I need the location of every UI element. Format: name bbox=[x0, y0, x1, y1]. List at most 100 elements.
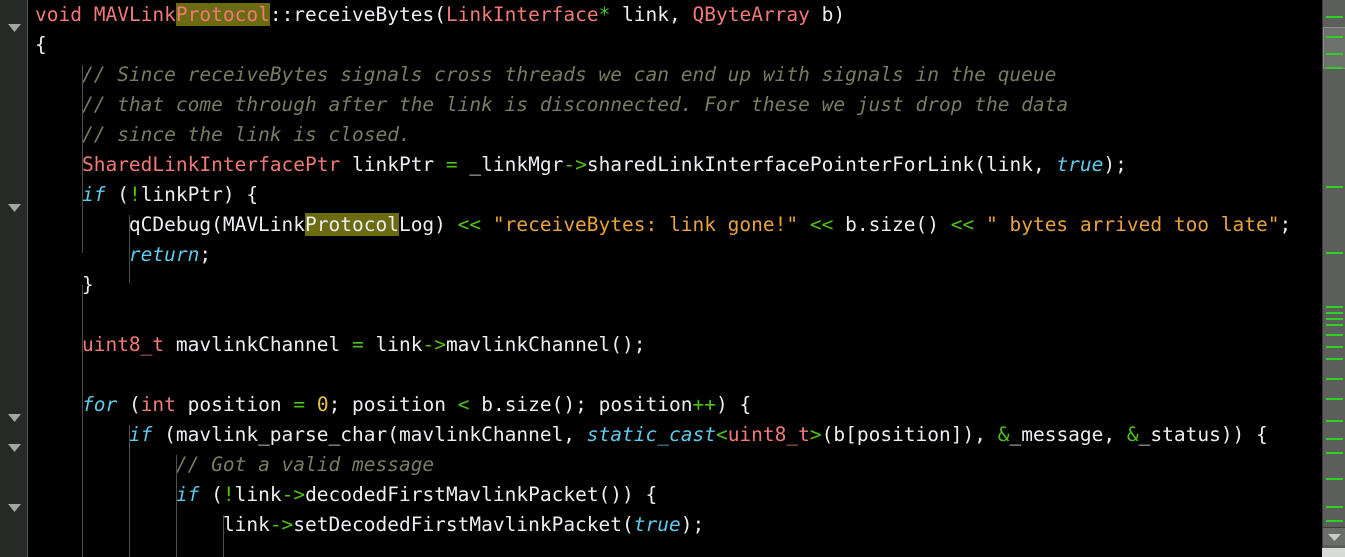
token-op: = bbox=[445, 153, 458, 176]
token-plain: linkPtr) { bbox=[140, 183, 259, 206]
scrollbar-change-marker[interactable] bbox=[1326, 398, 1343, 400]
token-op: ! bbox=[222, 483, 235, 506]
token-plain: b) bbox=[809, 3, 846, 26]
scroll-down-arrow-icon[interactable] bbox=[1323, 527, 1345, 545]
token-kw: return bbox=[128, 243, 200, 266]
chevron-down-icon[interactable] bbox=[8, 444, 21, 452]
token-op: > bbox=[809, 423, 822, 446]
scrollbar-change-marker[interactable] bbox=[1326, 312, 1343, 314]
scrollbar-change-marker[interactable] bbox=[1326, 16, 1343, 18]
scrollbar-change-marker[interactable] bbox=[1326, 452, 1343, 454]
token-plain: Log) bbox=[398, 213, 458, 236]
scrollbar-change-marker[interactable] bbox=[1326, 520, 1343, 522]
code-line[interactable]: // Got a valid message bbox=[28, 450, 1345, 480]
token-plain: setDecodedFirstMavlinkPacket( bbox=[293, 513, 634, 536]
chevron-down-icon[interactable] bbox=[8, 204, 21, 212]
scrollbar-change-marker[interactable] bbox=[1326, 438, 1343, 440]
code-line[interactable]: if (!linkPtr) { bbox=[28, 180, 1345, 210]
token-plain: sharedLinkInterfacePointerForLink(link, bbox=[586, 153, 1057, 176]
code-line[interactable]: // since the link is closed. bbox=[28, 120, 1345, 150]
token-plain: link bbox=[234, 483, 282, 506]
scrollbar-change-marker[interactable] bbox=[1326, 334, 1343, 336]
token-type: uint8_t bbox=[727, 423, 810, 446]
scrollbar-change-marker[interactable] bbox=[1326, 252, 1343, 254]
token-plain: link bbox=[222, 513, 270, 536]
code-folding-gutter[interactable] bbox=[0, 0, 28, 557]
token-type: LinkInterface bbox=[445, 3, 599, 26]
token-plain: } bbox=[81, 273, 94, 296]
code-line[interactable]: } bbox=[28, 270, 1345, 300]
code-line[interactable]: // Since receiveBytes signals cross thre… bbox=[28, 60, 1345, 90]
code-line[interactable]: if (mavlink_parse_char(mavlinkChannel, s… bbox=[28, 420, 1345, 450]
token-plain: link, bbox=[610, 3, 693, 26]
token-comment: // Since receiveBytes signals cross thre… bbox=[81, 63, 1057, 86]
token-plain: ; bbox=[199, 243, 212, 266]
code-line[interactable]: for (int position = 0; position < b.size… bbox=[28, 390, 1345, 420]
token-op: << bbox=[457, 213, 482, 236]
code-line[interactable]: // that come through after the link is d… bbox=[28, 90, 1345, 120]
token-plain: qCDebug(MAVLink bbox=[128, 213, 306, 236]
token-op: -> bbox=[281, 483, 306, 506]
scrollbar-change-marker[interactable] bbox=[1326, 318, 1343, 320]
token-op: -> bbox=[269, 513, 294, 536]
scrollbar-change-marker[interactable] bbox=[1326, 506, 1343, 508]
token-kw: if bbox=[128, 423, 153, 446]
scrollbar-change-marker[interactable] bbox=[1326, 324, 1343, 326]
chevron-down-icon[interactable] bbox=[8, 414, 21, 422]
code-line[interactable]: if (!link->decodedFirstMavlinkPacket()) … bbox=[28, 480, 1345, 510]
token-kw: static_cast bbox=[586, 423, 716, 446]
scrollbar-change-marker[interactable] bbox=[1326, 358, 1343, 360]
token-plain: position bbox=[175, 393, 294, 416]
token-op: << bbox=[950, 213, 975, 236]
token-op: -> bbox=[422, 333, 446, 356]
code-line[interactable]: link->setDecodedFirstMavlinkPacket(true)… bbox=[28, 510, 1345, 540]
token-kw: for bbox=[81, 393, 118, 416]
scrollbar-corner bbox=[1322, 548, 1345, 557]
token-op: = bbox=[293, 393, 306, 416]
code-line[interactable]: void MAVLinkProtocol::receiveBytes(LinkI… bbox=[28, 0, 1345, 30]
code-line[interactable]: { bbox=[28, 30, 1345, 60]
chevron-down-icon[interactable] bbox=[8, 24, 21, 32]
scrollbar-change-marker[interactable] bbox=[1326, 306, 1343, 308]
token-plain: _linkMgr bbox=[457, 153, 564, 176]
scrollbar-change-marker[interactable] bbox=[1326, 67, 1343, 69]
scrollbar-thumb[interactable] bbox=[1323, 27, 1345, 69]
scrollbar-change-marker[interactable] bbox=[1326, 36, 1343, 38]
search-match-highlight: Protocol bbox=[175, 3, 270, 26]
scrollbar-change-marker[interactable] bbox=[1326, 478, 1343, 480]
token-type: uint8_t bbox=[81, 333, 165, 356]
vertical-scrollbar[interactable] bbox=[1322, 0, 1345, 557]
token-kw: if bbox=[175, 483, 200, 506]
code-line[interactable] bbox=[28, 360, 1345, 390]
token-plain: ::receiveBytes( bbox=[269, 3, 446, 26]
code-line[interactable] bbox=[28, 300, 1345, 330]
token-kw: if bbox=[81, 183, 106, 206]
token-plain: ( bbox=[199, 483, 223, 506]
token-op: ++ bbox=[692, 393, 717, 416]
token-plain: b.size() bbox=[833, 213, 951, 236]
code-line[interactable]: return; bbox=[28, 240, 1345, 270]
token-op: << bbox=[809, 213, 834, 236]
token-plain: ( bbox=[117, 393, 141, 416]
token-plain: { bbox=[35, 33, 47, 56]
code-line[interactable]: qCDebug(MAVLinkProtocolLog) << "receiveB… bbox=[28, 210, 1345, 240]
token-op: -> bbox=[563, 153, 587, 176]
search-match-highlight: Protocol bbox=[305, 213, 399, 236]
scrollbar-change-marker[interactable] bbox=[1326, 378, 1343, 380]
code-text-area[interactable]: void MAVLinkProtocol::receiveBytes(LinkI… bbox=[28, 0, 1345, 557]
scrollbar-change-marker[interactable] bbox=[1326, 346, 1343, 348]
chevron-down-icon[interactable] bbox=[8, 504, 21, 512]
scrollbar-change-marker[interactable] bbox=[1326, 420, 1343, 422]
indent-guide bbox=[222, 515, 224, 557]
scrollbar-change-marker[interactable] bbox=[1326, 53, 1343, 55]
token-type: QByteArray bbox=[692, 3, 810, 26]
code-line[interactable]: uint8_t mavlinkChannel = link->mavlinkCh… bbox=[28, 330, 1345, 360]
code-line[interactable]: SharedLinkInterfacePtr linkPtr = _linkMg… bbox=[28, 150, 1345, 180]
scrollbar-change-marker[interactable] bbox=[1326, 186, 1343, 188]
